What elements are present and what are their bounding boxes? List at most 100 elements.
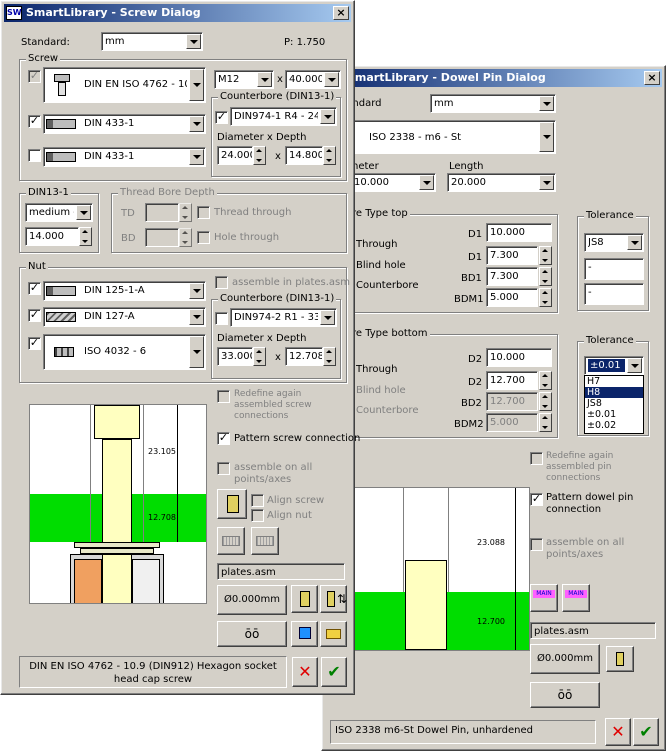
nut3-checkbox[interactable]: ✓ (28, 337, 41, 350)
tol-option[interactable]: H7 (585, 376, 643, 387)
chevron-down-icon[interactable] (419, 175, 434, 190)
chevron-down-icon[interactable] (627, 358, 642, 373)
nut3-select[interactable]: ISO 4032 - 6 (43, 334, 206, 370)
tolerance-top-a[interactable]: - (584, 258, 644, 280)
din-tolerance-select[interactable]: medium - 1 (25, 203, 93, 222)
tol-option[interactable]: ±0.02 (585, 420, 643, 431)
chevron-down-icon[interactable] (627, 235, 642, 250)
top-blind-label[interactable]: Blind hole (356, 259, 406, 272)
standard-select[interactable]: mm (101, 32, 203, 51)
pin-assemble-all-checkbox[interactable] (530, 538, 543, 551)
save-button[interactable] (291, 621, 318, 647)
diameter-spinner[interactable] (253, 146, 266, 165)
pin-diameter-button[interactable]: Ø0.000mm (530, 644, 600, 674)
thread-through-checkbox[interactable] (197, 206, 210, 219)
pin-screw-icon-button[interactable] (606, 646, 634, 672)
bd-spinner[interactable] (179, 228, 192, 247)
chevron-down-icon[interactable] (539, 175, 554, 190)
screw-diameter-button[interactable]: Ø0.000mm (217, 585, 287, 615)
screw-glasses-button[interactable]: ōō (217, 621, 287, 647)
din-value-field[interactable]: 14.000 (25, 227, 79, 246)
chevron-down-icon[interactable] (257, 72, 272, 87)
td-field[interactable] (145, 203, 179, 222)
pin-ok-button[interactable]: ✔ (633, 718, 659, 746)
chevron-down-icon[interactable] (539, 122, 554, 152)
bdm1-field[interactable]: 5.000 (486, 288, 538, 307)
size-select[interactable]: M12 (214, 70, 274, 89)
nut1-select[interactable]: DIN 125-1-A (43, 281, 206, 301)
d2b-spinner[interactable] (539, 371, 552, 390)
td-spinner[interactable] (179, 203, 192, 222)
depth-field[interactable]: 14.800 (285, 146, 323, 165)
washer1-select[interactable]: DIN 433-1 (43, 114, 206, 134)
redefine-checkbox[interactable] (217, 390, 230, 403)
chevron-down-icon[interactable] (189, 283, 204, 299)
screw-close-button[interactable]: × (333, 6, 349, 20)
top-through-label[interactable]: Through (356, 238, 397, 251)
screw-checkbox[interactable]: ✓ (28, 70, 41, 83)
pin-diameter-select[interactable]: 10.000 (350, 173, 436, 192)
pattern-checkbox[interactable]: ✓ (217, 432, 230, 445)
pin-close-button[interactable]: × (644, 71, 660, 85)
bd1-field[interactable]: 7.300 (486, 267, 538, 286)
pin-main-button-1[interactable]: MAIN (530, 584, 558, 612)
screw-select[interactable]: DIN EN ISO 4762 - 10.9 (43, 67, 206, 103)
screw-ok-button[interactable]: ✔ (321, 657, 347, 687)
chevron-down-icon[interactable] (186, 34, 201, 49)
nut2-select[interactable]: DIN 127-A (43, 307, 206, 327)
nut-counterbore-checkbox[interactable] (215, 312, 228, 325)
pin-glasses-button[interactable]: ōō (530, 682, 600, 708)
nut-diameter-field[interactable]: 33.000 (217, 347, 253, 366)
depth-spinner[interactable] (323, 146, 336, 165)
washer2-checkbox[interactable] (28, 149, 41, 162)
din-value-spinner[interactable] (79, 227, 92, 246)
pin-length-select[interactable]: 20.000 (447, 173, 556, 192)
d1b-spinner[interactable] (539, 246, 552, 265)
d1b-field[interactable]: 7.300 (486, 246, 538, 265)
bdm2-spinner[interactable] (539, 413, 552, 432)
hole-through-checkbox[interactable] (197, 231, 210, 244)
nut-diameter-spinner[interactable] (253, 347, 266, 366)
open-button[interactable] (320, 621, 347, 647)
screw-cancel-button[interactable]: ✕ (292, 657, 318, 687)
screw-flip-button[interactable]: ⇅ (320, 585, 347, 613)
pin-pattern-checkbox[interactable]: ✓ (530, 493, 543, 506)
screw-insert-button[interactable] (291, 585, 318, 613)
chevron-down-icon[interactable] (189, 336, 204, 368)
chevron-down-icon[interactable] (320, 109, 335, 124)
tolerance-top-select[interactable]: JS8 (584, 233, 644, 252)
bd-field[interactable] (145, 228, 179, 247)
nut-depth-field[interactable]: 12.708 (285, 347, 323, 366)
pin-standard-select[interactable]: mm (430, 94, 556, 113)
pin-cancel-button[interactable]: ✕ (605, 718, 631, 746)
pin-main-button-2[interactable]: MAIN (562, 584, 590, 612)
chevron-down-icon[interactable] (320, 310, 335, 325)
tolerance-bottom-select[interactable]: ±0.01 (584, 356, 644, 375)
assemble-all-checkbox[interactable] (217, 462, 230, 475)
main-disabled-button-1[interactable] (217, 527, 245, 555)
bdm2-field[interactable]: 5.000 (486, 413, 538, 432)
chevron-down-icon[interactable] (189, 116, 204, 132)
nut1-checkbox[interactable]: ✓ (28, 282, 41, 295)
chevron-down-icon[interactable] (76, 205, 91, 220)
tol-option[interactable]: ±0.01 (585, 409, 643, 420)
bottom-counterbore-label[interactable]: Counterbore (356, 404, 418, 417)
d2b-field[interactable]: 12.700 (486, 371, 538, 390)
bd2-field[interactable]: 12.700 (486, 392, 538, 411)
chevron-down-icon[interactable] (539, 96, 554, 111)
bottom-through-label[interactable]: Through (356, 363, 397, 376)
main-disabled-button-2[interactable] (251, 527, 279, 555)
tolerance-top-b[interactable]: - (584, 283, 644, 305)
nut2-checkbox[interactable]: ✓ (28, 309, 41, 322)
nut-counterbore-select[interactable]: DIN974-2 R1 - 33.0 (230, 308, 337, 327)
chevron-down-icon[interactable] (189, 149, 204, 165)
d2-field[interactable]: 10.000 (486, 348, 552, 367)
pin-type-select[interactable]: ISO 2338 - m6 - St (352, 120, 556, 154)
align-tool-button[interactable] (217, 489, 247, 519)
chevron-down-icon[interactable] (189, 69, 204, 101)
chevron-down-icon[interactable] (324, 72, 339, 87)
counterbore-select[interactable]: DIN974-1 R4 - 24.0 (230, 107, 337, 126)
length-select[interactable]: 40.000 (285, 70, 341, 89)
washer2-select[interactable]: DIN 433-1 (43, 147, 206, 167)
pin-redefine-checkbox[interactable] (530, 452, 543, 465)
